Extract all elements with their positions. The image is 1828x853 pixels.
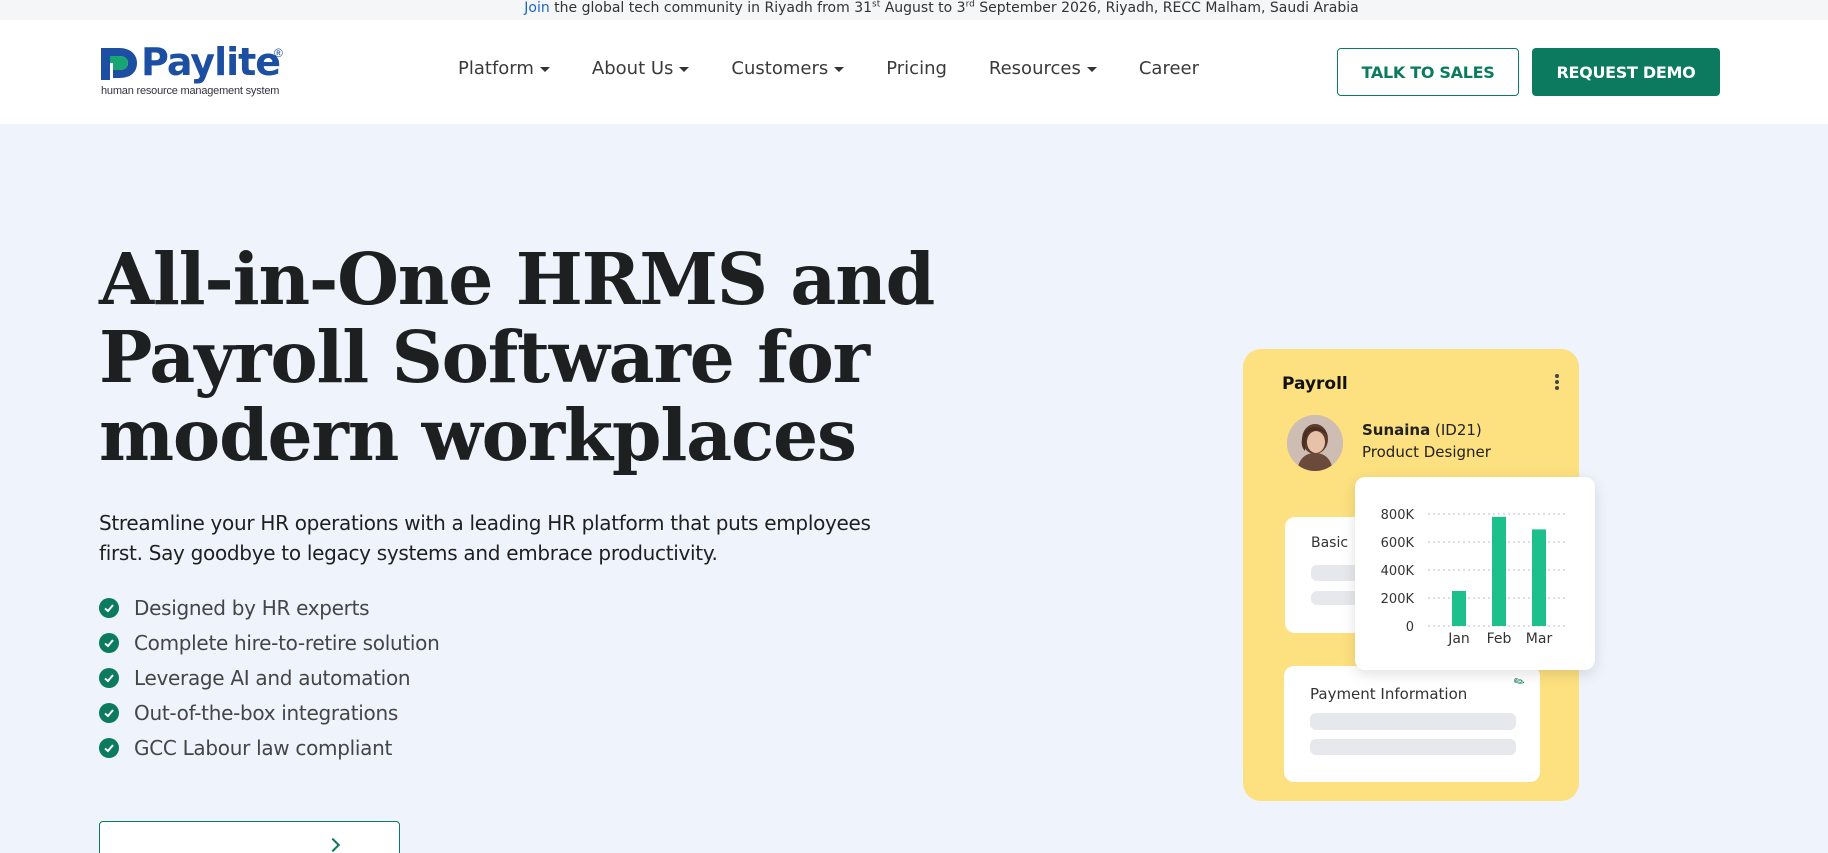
nav-item-pricing[interactable]: Pricing [886,58,947,79]
feature-list: Designed by HR experts Complete hire-to-… [99,590,440,765]
nav-label: Pricing [886,58,947,79]
pencil-edit-icon[interactable]: ✎ [1511,672,1528,691]
employee-avatar [1287,415,1343,471]
arrow-right-icon [325,837,341,853]
employee-name-line: Sunaina (ID21) [1362,421,1482,439]
feature-item: Leverage AI and automation [99,660,439,695]
check-circle-icon [99,667,119,688]
nav-item-about-us[interactable]: About Us [592,58,690,79]
chart-bar-jan [1452,591,1466,626]
employee-role: Product Designer [1362,443,1491,461]
announcement-bar: Join the global tech community in Riyadh… [0,0,1828,20]
payment-info-box: Payment Information ✎ [1284,666,1540,782]
main-nav: Platform About Us Customers Pricing Reso… [458,58,1199,79]
chart-x-tick-label: Mar [1526,631,1553,647]
hero-subtitle-line: first. Say goodbye to legacy systems and… [99,541,718,565]
payment-info-label: Payment Information [1310,685,1468,703]
chart-bar-feb [1492,516,1506,626]
feature-item: Complete hire-to-retire solution [99,625,440,660]
caret-down-icon [679,67,690,72]
caret-down-icon [834,67,845,72]
chart-bar-mar [1532,529,1546,626]
nav-item-resources[interactable]: Resources [989,58,1097,79]
hero-title-line: modern workplaces [99,393,857,477]
nav-item-customers[interactable]: Customers [731,58,845,79]
announcement-join-link[interactable]: Join [524,0,549,16]
chart-y-tick-label: 400K [1381,564,1415,579]
skeleton-bar [1310,713,1516,730]
paylite-logo-mark-icon [101,48,137,80]
check-circle-icon [99,597,119,618]
nav-label: About Us [591,58,674,79]
paylite-logo[interactable]: Paylite ® human resource management syst… [99,40,299,104]
logo-tagline: human resource management system [101,85,280,97]
salary-chart-card: 800K 600K 400K 200K 0 Jan Feb Mar [1355,477,1595,670]
chart-y-tick-label: 800K [1381,508,1415,523]
hero-title-line: All-in-One HRMS and [99,237,935,321]
hero-subtitle: Streamline your HR operations with a lea… [99,508,919,568]
talk-to-sales-button[interactable]: TALK TO SALES [1337,48,1519,96]
announcement-sup-b: rd [965,0,975,10]
check-circle-icon [99,702,119,723]
hero-title-line: Payroll Software for [99,315,870,399]
feature-label: Out-of-the-box integrations [134,700,398,725]
nav-item-career[interactable]: Career [1139,58,1199,79]
caret-down-icon [539,67,550,72]
announcement-text-a: the global tech community in Riyadh from… [549,0,873,16]
nav-label: Career [1138,58,1199,79]
request-demo-button[interactable]: REQUEST DEMO [1532,48,1720,96]
feature-item: Designed by HR experts [99,590,439,625]
employee-name: Sunaina [1362,421,1431,439]
feature-label: Designed by HR experts [134,595,370,620]
logo-registered-mark: ® [274,46,283,60]
employee-id: (ID21) [1430,421,1482,439]
basic-label: Basic [1311,535,1349,551]
check-circle-icon [99,737,119,758]
skeleton-bar [1310,739,1516,755]
payroll-card-title: Payroll [1282,374,1348,394]
feature-label: GCC Labour law compliant [134,735,392,760]
chart-y-tick-label: 600K [1381,536,1415,551]
nav-label: Resources [988,58,1081,79]
caret-down-icon [1086,67,1097,72]
site-header: Paylite ® human resource management syst… [0,20,1828,124]
nav-item-platform[interactable]: Platform [458,58,550,79]
nav-label: Platform [458,58,534,79]
feature-item: GCC Labour law compliant [99,730,439,765]
hero-cta-button[interactable] [99,821,400,853]
feature-item: Out-of-the-box integrations [99,695,439,730]
chart-x-tick-label: Feb [1487,631,1512,647]
chart-x-tick-label: Jan [1447,631,1470,647]
hero-subtitle-line: Streamline your HR operations with a lea… [99,511,871,535]
chart-y-tick-label: 0 [1406,620,1414,635]
check-circle-icon [99,632,119,653]
announcement-text-b: August to 3 [880,0,966,16]
more-vertical-icon[interactable] [1554,374,1560,390]
salary-bar-chart: 800K 600K 400K 200K 0 Jan Feb Mar [1381,508,1565,647]
logo-wordmark: Paylite [141,40,281,84]
announcement-text-c: September 2026, Riyadh, RECC Malham, Sau… [974,0,1359,16]
nav-label: Customers [731,58,829,79]
feature-label: Complete hire-to-retire solution [134,630,440,655]
hero-title: All-in-One HRMS and Payroll Software for… [99,240,939,474]
feature-label: Leverage AI and automation [134,665,411,690]
chart-y-tick-label: 200K [1381,592,1415,607]
